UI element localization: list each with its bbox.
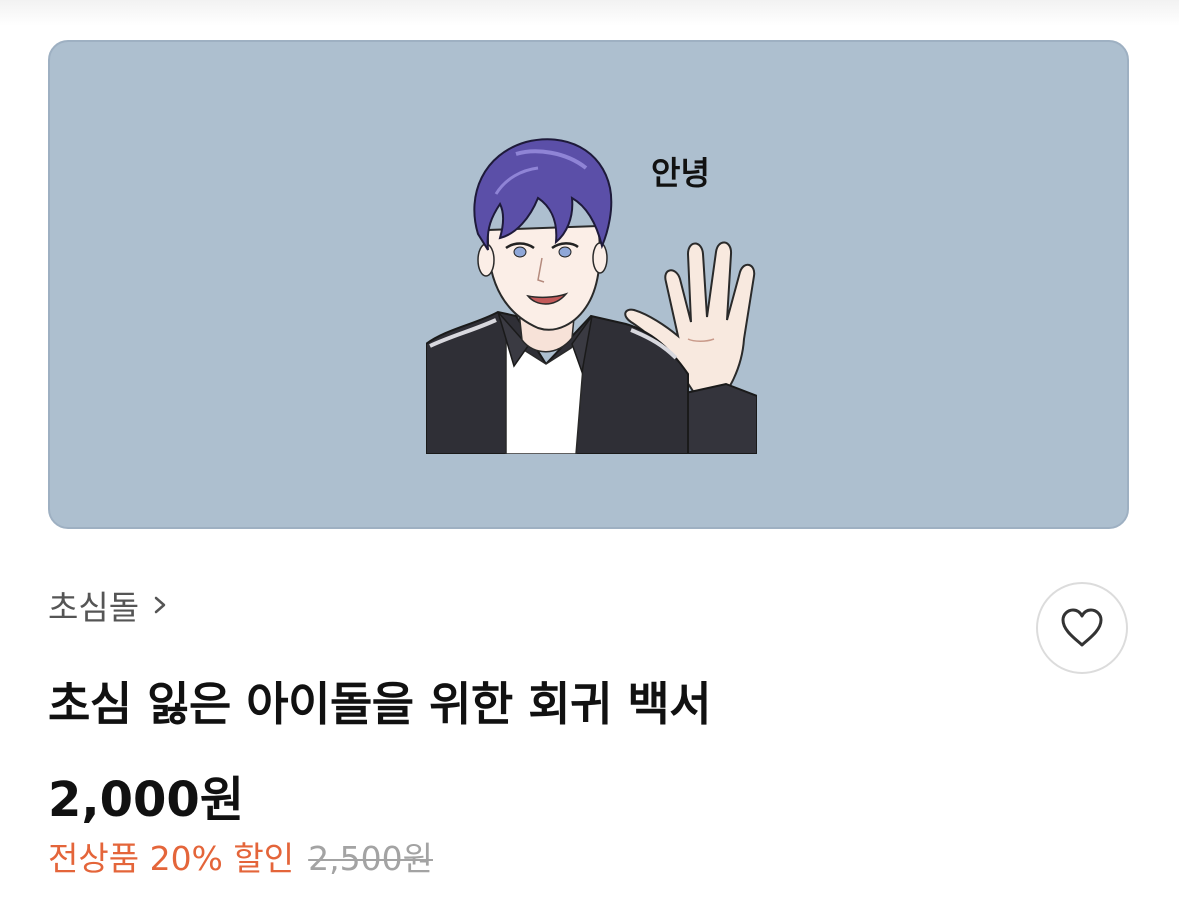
series-name: 초심돌 — [48, 588, 140, 627]
top-fade — [0, 0, 1179, 26]
sticker-illustration: 안녕 — [426, 138, 757, 454]
product-banner: 안녕 — [48, 40, 1129, 529]
discount-row: 전상품 20% 할인 2,500원 — [48, 832, 433, 880]
original-price: 2,500원 — [308, 839, 433, 878]
heart-outline-icon — [1061, 608, 1103, 647]
series-link[interactable]: 초심돌 — [48, 583, 171, 627]
product-detail-page: 안녕 초심돌 초심 잃은 아이돌을 위한 회귀 백서 2,000원 전상품 20… — [0, 0, 1179, 922]
like-button[interactable] — [1036, 582, 1128, 674]
product-title: 초심 잃은 아이돌을 위한 회귀 백서 — [48, 677, 712, 731]
sticker-speech-text: 안녕 — [651, 154, 710, 192]
chevron-right-icon — [154, 596, 166, 614]
discount-label: 전상품 20% 할인 — [48, 839, 295, 878]
product-price: 2,000원 — [48, 772, 244, 828]
